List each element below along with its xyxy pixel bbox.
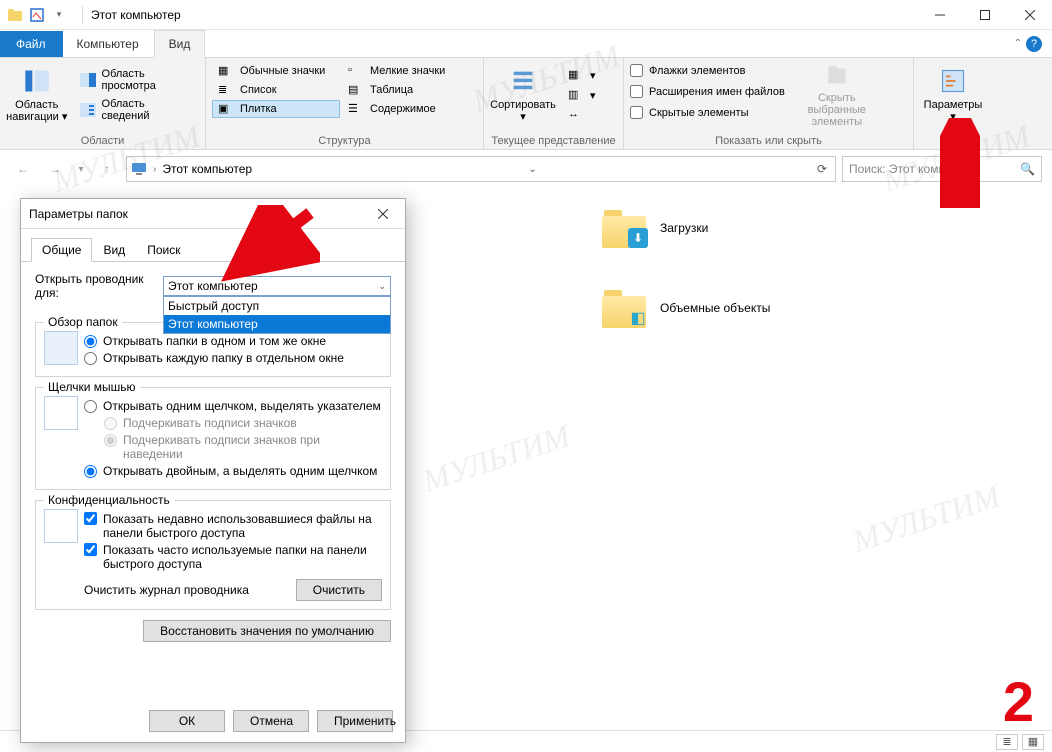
combo-dropdown: Быстрый доступ Этот компьютер xyxy=(163,296,391,334)
details-pane-label: Область сведений xyxy=(102,98,193,122)
group-panes-label: Области xyxy=(6,135,199,147)
step-number: 2 xyxy=(1003,669,1034,734)
annotation-arrow-2 xyxy=(940,118,980,208)
privacy-legend: Конфиденциальность xyxy=(44,493,174,507)
dialog-tab-view[interactable]: Вид xyxy=(92,238,136,262)
explorer-icon xyxy=(6,6,24,24)
radio-double-click[interactable]: Открывать двойным, а выделять одним щелч… xyxy=(84,464,382,478)
clear-history-label: Очистить журнал проводника xyxy=(84,583,296,597)
watermark: МУЛЬТИМ xyxy=(848,477,1005,559)
annotation-arrow-1 xyxy=(220,205,320,285)
qat-dropdown-icon[interactable]: ▾ xyxy=(50,6,68,24)
click-icon xyxy=(44,396,78,430)
ok-button[interactable]: ОК xyxy=(149,710,225,732)
cancel-button[interactable]: Отмена xyxy=(233,710,309,732)
group-show-label: Показать или скрыть xyxy=(630,135,907,147)
ribbon-tabs: Файл Компьютер Вид ? ⌃ xyxy=(0,30,1052,58)
layout-table[interactable]: ▤Таблица xyxy=(342,81,462,99)
layout-small[interactable]: ▫Мелкие значки xyxy=(342,62,462,80)
preview-pane-label: Область просмотра xyxy=(102,68,193,92)
chk-recent-files[interactable]: Показать недавно использовавшиеся файлы … xyxy=(84,512,382,540)
layout-list[interactable]: ≣Список xyxy=(212,81,340,99)
autosize-button[interactable]: ↔ xyxy=(562,106,602,124)
radio-new-window[interactable]: Открывать каждую папку в отдельном окне xyxy=(84,351,382,365)
combo-option-quick-access[interactable]: Быстрый доступ xyxy=(164,297,390,315)
add-columns-button[interactable]: ▥▾ xyxy=(562,86,602,104)
refresh-icon[interactable]: ⟳ xyxy=(817,162,831,176)
folder-3d-objects[interactable]: ◧ Объемные объекты xyxy=(600,288,860,328)
close-button[interactable] xyxy=(1007,0,1052,30)
dialog-close-button[interactable] xyxy=(369,203,397,225)
chk-frequent-folders[interactable]: Показать часто используемые папки на пан… xyxy=(84,543,382,571)
radio-underline-always: Подчеркивать подписи значков xyxy=(104,416,382,430)
tab-view[interactable]: Вид xyxy=(154,30,206,58)
sort-label: Сортировать xyxy=(490,99,556,111)
help-icon[interactable]: ? xyxy=(1026,36,1042,52)
qat-properties-icon[interactable] xyxy=(28,6,46,24)
minimize-button[interactable] xyxy=(917,0,962,30)
watermark: МУЛЬТИМ xyxy=(418,417,575,499)
dialog-tab-search[interactable]: Поиск xyxy=(136,238,191,262)
maximize-button[interactable] xyxy=(962,0,1007,30)
folder-downloads[interactable]: ⬇ Загрузки xyxy=(600,208,860,248)
ribbon-collapse-icon[interactable]: ⌃ xyxy=(1014,38,1022,49)
tab-file[interactable]: Файл xyxy=(0,31,63,57)
sort-button[interactable]: Сортировать ▾ xyxy=(490,62,556,128)
radio-same-window[interactable]: Открывать папки в одном и том же окне xyxy=(84,334,382,348)
search-icon[interactable]: 🔍 xyxy=(1020,162,1035,176)
browse-legend: Обзор папок xyxy=(44,315,122,329)
clear-button[interactable]: Очистить xyxy=(296,579,382,601)
preview-pane-button[interactable]: Область просмотра xyxy=(74,66,199,94)
combo-option-this-pc[interactable]: Этот компьютер xyxy=(164,315,390,333)
breadcrumb[interactable]: › Этот компьютер ⌄ ⟳ xyxy=(126,156,836,182)
window-titlebar: ▾ Этот компьютер xyxy=(0,0,1052,30)
view-details-icon[interactable]: ≣ xyxy=(996,734,1018,750)
options-label: Параметры xyxy=(924,99,983,111)
dialog-title: Параметры папок xyxy=(29,207,128,221)
ribbon: Область навигации ▾ Область просмотра Об… xyxy=(0,58,1052,150)
layout-normal[interactable]: ▦Обычные значки xyxy=(212,62,340,80)
layout-content[interactable]: ☰Содержимое xyxy=(342,100,462,118)
chevron-down-icon: ⌄ xyxy=(378,281,386,292)
details-pane-button[interactable]: Область сведений xyxy=(74,96,199,124)
chk-hidden-items[interactable]: Скрытые элементы xyxy=(630,104,785,121)
open-explorer-label: Открыть проводник для: xyxy=(35,272,155,300)
folder-options-dialog: Параметры папок Общие Вид Поиск Открыть … xyxy=(20,198,406,743)
chevron-icon[interactable]: › xyxy=(153,164,156,175)
chk-item-checkboxes[interactable]: Флажки элементов xyxy=(630,62,785,79)
group-by-button[interactable]: ▦▾ xyxy=(562,66,602,84)
pc-icon xyxy=(131,161,147,177)
privacy-icon xyxy=(44,509,78,543)
nav-pane-button[interactable]: Область навигации ▾ xyxy=(6,62,68,128)
restore-defaults-button[interactable]: Восстановить значения по умолчанию xyxy=(143,620,391,642)
nav-pane-label: Область навигации xyxy=(6,99,59,123)
chk-file-extensions[interactable]: Расширения имен файлов xyxy=(630,83,785,100)
dropdown-icon[interactable]: ⌄ xyxy=(528,164,540,175)
folder-label: Объемные объекты xyxy=(660,301,770,315)
group-current-label: Текущее представление xyxy=(490,135,617,147)
radio-underline-hover: Подчеркивать подписи значков при наведен… xyxy=(104,433,382,461)
group-layout-label: Структура xyxy=(212,135,477,147)
view-large-icons-icon[interactable]: ▦ xyxy=(1022,734,1044,750)
breadcrumb-text[interactable]: Этот компьютер xyxy=(162,162,252,176)
forward-button[interactable]: → xyxy=(42,156,68,182)
browse-icon xyxy=(44,331,78,365)
back-button[interactable]: ← xyxy=(10,156,36,182)
click-legend: Щелчки мышью xyxy=(44,380,140,394)
recent-locations-button[interactable]: ▾ xyxy=(74,156,88,182)
radio-single-click[interactable]: Открывать одним щелчком, выделять указат… xyxy=(84,399,382,413)
hide-selected-button: Скрыть выбранные элементы xyxy=(791,62,883,128)
layout-tiles[interactable]: ▣Плитка xyxy=(212,100,340,118)
dialog-tab-general[interactable]: Общие xyxy=(31,238,92,262)
address-bar-row: ← → ▾ ↑ › Этот компьютер ⌄ ⟳ Поиск: Этот… xyxy=(0,150,1052,188)
tab-computer[interactable]: Компьютер xyxy=(63,31,154,57)
window-title: Этот компьютер xyxy=(82,6,181,24)
folder-label: Загрузки xyxy=(660,221,708,235)
up-button[interactable]: ↑ xyxy=(94,156,120,182)
apply-button[interactable]: Применить xyxy=(317,710,393,732)
